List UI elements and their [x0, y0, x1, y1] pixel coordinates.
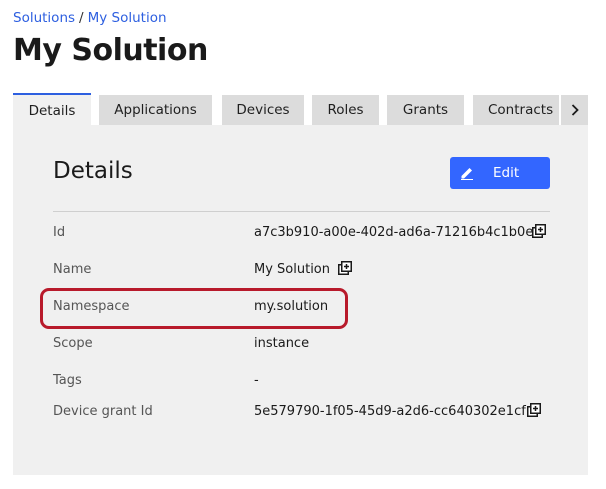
namespace-label: Namespace: [53, 299, 130, 314]
breadcrumb-separator: /: [79, 10, 84, 26]
edit-button[interactable]: Edit: [450, 157, 550, 189]
tab-devices[interactable]: Devices: [222, 95, 304, 125]
id-label: Id: [53, 225, 66, 240]
pencil-icon: [461, 168, 473, 180]
section-title: Details: [53, 158, 133, 184]
id-value: a7c3b910-a00e-402d-ad6a-71216b4c1b0e: [254, 225, 534, 240]
scope-value: instance: [254, 336, 310, 351]
device-grant-id-value: 5e579790-1f05-45d9-a2d6-cc640302e1cf: [254, 404, 526, 419]
copy-name-icon[interactable]: [338, 261, 352, 275]
page-title: My Solution: [13, 33, 208, 68]
tags-value: -: [254, 373, 259, 388]
breadcrumb: Solutions / My Solution: [13, 10, 167, 26]
namespace-value: my.solution: [254, 299, 329, 314]
name-label: Name: [53, 262, 92, 277]
tab-bar: Details Applications Devices Roles Grant…: [13, 93, 588, 126]
name-value: My Solution: [254, 262, 331, 277]
copy-device-grant-id-icon[interactable]: [527, 403, 541, 417]
breadcrumb-solutions-link[interactable]: Solutions: [13, 10, 75, 26]
tab-applications[interactable]: Applications: [99, 95, 212, 125]
chevron-right-icon: [571, 104, 579, 116]
tab-contracts[interactable]: Contracts: [473, 95, 559, 125]
tab-scroll-right-button[interactable]: [559, 95, 588, 125]
tab-roles[interactable]: Roles: [312, 95, 379, 125]
divider: [53, 211, 550, 212]
tab-details[interactable]: Details: [13, 93, 91, 126]
edit-button-label: Edit: [493, 165, 520, 181]
tab-grants[interactable]: Grants: [387, 95, 464, 125]
copy-id-icon[interactable]: [532, 224, 546, 238]
scope-label: Scope: [53, 336, 93, 351]
breadcrumb-current-link[interactable]: My Solution: [88, 10, 167, 26]
tags-label: Tags: [53, 373, 82, 388]
device-grant-id-label: Device grant Id: [53, 404, 153, 419]
details-panel: Details Edit Id a7c3b910-a00e-402d-ad6a-…: [13, 125, 588, 475]
